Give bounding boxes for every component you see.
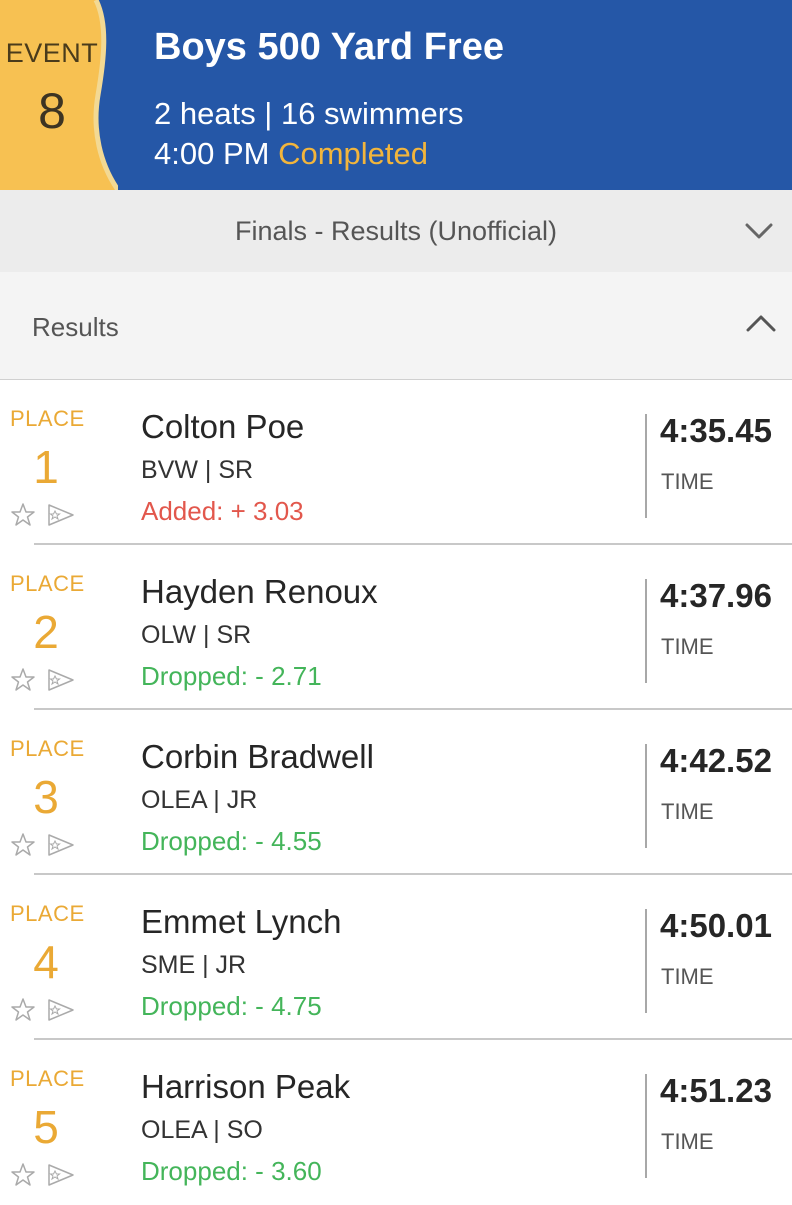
swim-time: 4:50.01 xyxy=(660,907,772,944)
results-label: Results xyxy=(32,312,119,342)
place-label: PLACE xyxy=(10,571,85,596)
swim-time: 4:42.52 xyxy=(660,742,772,779)
event-number: 8 xyxy=(38,83,66,139)
place-number: 4 xyxy=(33,936,59,988)
swimmer-team: SME | JR xyxy=(141,951,247,979)
swimmer-name: Colton Poe xyxy=(141,408,305,445)
swim-time: 4:51.23 xyxy=(660,1072,772,1109)
chevron-up-icon[interactable] xyxy=(746,308,776,338)
swimmer-team: OLEA | JR xyxy=(141,786,258,814)
event-time-status: 4:00 PM Completed xyxy=(154,136,428,172)
time-label: TIME xyxy=(661,964,714,989)
star-icon[interactable] xyxy=(10,1162,36,1188)
time-delta: Dropped: - 4.55 xyxy=(141,826,322,856)
divider xyxy=(645,414,647,518)
place-label: PLACE xyxy=(10,406,85,431)
finals-results-dropdown[interactable]: Finals - Results (Unofficial) xyxy=(0,190,792,272)
swimmer-name: Corbin Bradwell xyxy=(141,738,374,775)
swim-time: 4:37.96 xyxy=(660,577,772,614)
divider xyxy=(645,1074,647,1178)
time-label: TIME xyxy=(661,799,714,824)
finals-label: Finals - Results (Unofficial) xyxy=(234,215,558,246)
divider xyxy=(645,744,647,848)
result-row[interactable]: PLACE 1 Colton Poe BVW | SR Added: + 3.0… xyxy=(0,380,792,545)
swimmer-name: Emmet Lynch xyxy=(141,903,342,940)
result-row[interactable]: PLACE 4 Emmet Lynch SME | JR Dropped: - … xyxy=(0,875,792,1040)
event-header: EVENT 8 Boys 500 Yard Free 2 heats | 16 … xyxy=(0,0,792,190)
swimmer-name: Harrison Peak xyxy=(141,1068,351,1105)
event-meta: 2 heats | 16 swimmers xyxy=(154,96,464,131)
chevron-down-icon[interactable] xyxy=(744,216,774,246)
results-section-header[interactable]: Results xyxy=(0,272,792,380)
flag-icon[interactable] xyxy=(46,832,76,858)
flag-icon[interactable] xyxy=(46,667,76,693)
event-badge: EVENT 8 xyxy=(0,0,118,190)
star-icon[interactable] xyxy=(10,997,36,1023)
place-number: 1 xyxy=(33,441,59,493)
place-number: 3 xyxy=(33,771,59,823)
time-label: TIME xyxy=(661,634,714,659)
star-icon[interactable] xyxy=(10,832,36,858)
flag-icon[interactable] xyxy=(46,997,76,1023)
time-delta: Dropped: - 4.75 xyxy=(141,991,322,1021)
result-row[interactable]: PLACE 3 Corbin Bradwell OLEA | JR Droppe… xyxy=(0,710,792,875)
flag-icon[interactable] xyxy=(46,502,76,528)
event-time: 4:00 PM xyxy=(154,136,270,171)
result-row[interactable]: PLACE 2 Hayden Renoux OLW | SR Dropped: … xyxy=(0,545,792,710)
results-list: PLACE 1 Colton Poe BVW | SR Added: + 3.0… xyxy=(0,380,792,1205)
swimmer-team: OLW | SR xyxy=(141,621,252,649)
star-icon[interactable] xyxy=(10,502,36,528)
result-row[interactable]: PLACE 5 Harrison Peak OLEA | SO Dropped:… xyxy=(0,1040,792,1205)
time-delta: Dropped: - 3.60 xyxy=(141,1156,322,1186)
event-label: EVENT xyxy=(5,38,99,68)
time-delta: Dropped: - 2.71 xyxy=(141,661,322,691)
swimmer-team: BVW | SR xyxy=(141,456,254,484)
place-number: 2 xyxy=(33,606,59,658)
divider xyxy=(645,579,647,683)
star-icon[interactable] xyxy=(10,667,36,693)
flag-icon[interactable] xyxy=(46,1162,76,1188)
divider xyxy=(645,909,647,1013)
time-delta: Added: + 3.03 xyxy=(141,496,304,526)
swimmer-name: Hayden Renoux xyxy=(141,573,378,610)
time-label: TIME xyxy=(661,1129,714,1154)
time-label: TIME xyxy=(661,469,714,494)
swimmer-team: OLEA | SO xyxy=(141,1116,263,1144)
status-badge: Completed xyxy=(278,136,428,171)
place-label: PLACE xyxy=(10,1066,85,1091)
place-label: PLACE xyxy=(10,736,85,761)
event-title: Boys 500 Yard Free xyxy=(154,26,504,68)
swim-time: 4:35.45 xyxy=(660,412,772,449)
place-number: 5 xyxy=(33,1101,59,1153)
place-label: PLACE xyxy=(10,901,85,926)
